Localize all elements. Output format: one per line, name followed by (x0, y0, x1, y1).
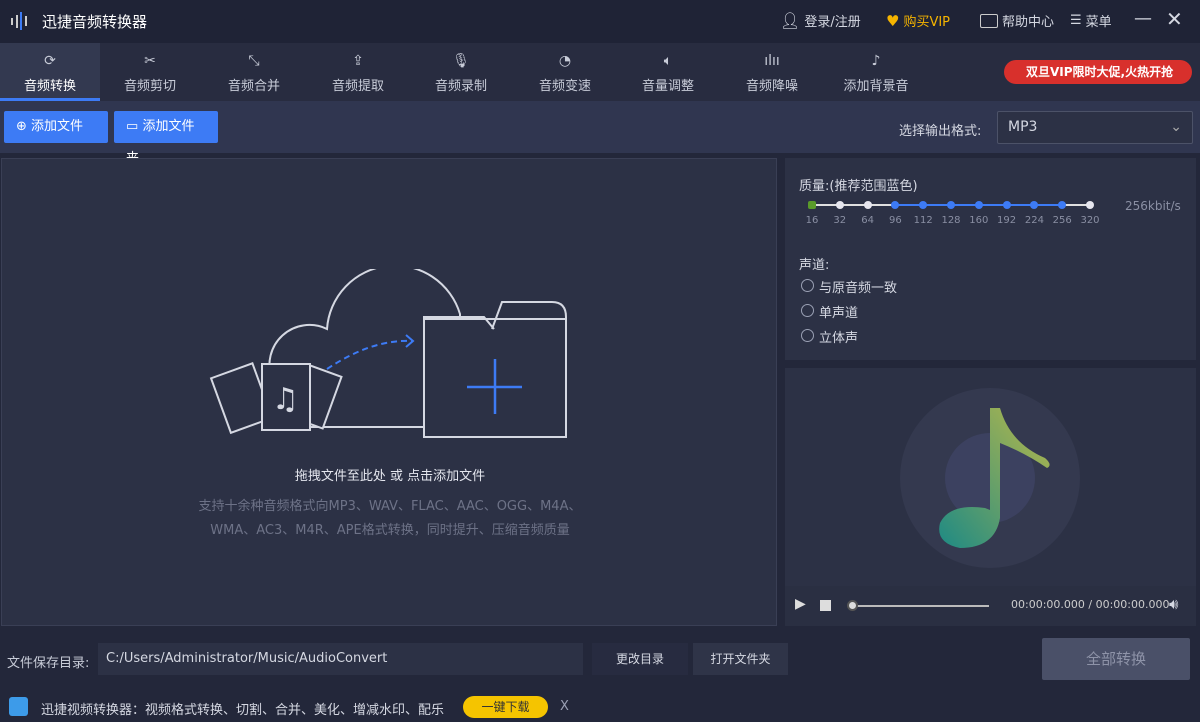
seek-bar[interactable] (849, 605, 989, 607)
tab-audio-convert[interactable]: ⟳ 音频转换 (0, 43, 100, 101)
scissors-icon: ✂ (144, 53, 156, 69)
radio-channel-stereo[interactable] (801, 329, 814, 342)
slider-tick-label: 256 (1052, 215, 1072, 226)
format-label: 选择输出格式: (899, 124, 982, 139)
hamburger-icon: ☰ (1070, 13, 1082, 28)
stop-button[interactable] (820, 600, 831, 611)
tab-audio-record[interactable]: 🎙︎ 音频录制 (411, 43, 511, 101)
slider-tick-label: 32 (833, 215, 847, 226)
player-controls: ▶ 00:00:00.000 / 00:00:00.000 🔊︎ (785, 586, 1196, 626)
time-display: 00:00:00.000 / 00:00:00.000 (1011, 598, 1170, 611)
slider-stop[interactable] (835, 201, 844, 209)
slider-tick-label: 16 (805, 215, 819, 226)
drop-desc-1: 支持十余种音频格式向MP3、WAV、FLAC、AAC、OGG、M4A、 (198, 499, 582, 514)
slider-stop[interactable] (808, 201, 816, 209)
vip-icon: ♥ (886, 11, 900, 30)
slider-stop[interactable] (1086, 201, 1094, 209)
add-folder-button[interactable]: ▭ 添加文件夹 (114, 111, 218, 166)
video-converter-logo-icon (9, 697, 28, 716)
extract-icon: ⇪ (352, 53, 364, 69)
ad-close-button[interactable]: X (560, 699, 569, 714)
slider-stop[interactable] (919, 201, 928, 209)
tab-audio-merge[interactable]: ⤡ 音频合并 (204, 43, 304, 101)
plus-circle-icon: ⊕ (16, 119, 27, 134)
radio-channel-mono[interactable] (801, 304, 814, 317)
radio-label: 立体声 (819, 331, 859, 346)
slider-stop[interactable] (1058, 201, 1067, 209)
close-button[interactable]: ✕ (1166, 7, 1183, 31)
tab-noise-reduction[interactable]: ılıı 音频降噪 (722, 43, 822, 101)
volume-button[interactable]: 🔊︎ (1169, 595, 1178, 613)
ad-text: 迅捷视频转换器：视频格式转换、切割、合并、美化、增减水印、配乐 (41, 703, 445, 718)
volume-icon: 🔈︎ (663, 53, 673, 69)
menu-button[interactable]: ☰ 菜单 (1070, 11, 1112, 30)
music-note-icon: ♪ (871, 53, 881, 69)
quality-value: 256kbit/s (1125, 199, 1181, 213)
play-button[interactable]: ▶ (795, 596, 806, 612)
slider-stop[interactable] (891, 201, 900, 209)
slider-stop[interactable] (863, 201, 872, 209)
download-button[interactable]: 一键下载 (463, 696, 548, 718)
slider-tick-label: 160 (969, 215, 989, 226)
help-center-button[interactable]: 帮助中心 (980, 11, 1054, 30)
open-folder-button[interactable]: 打开文件夹 (693, 643, 788, 675)
tab-audio-cut[interactable]: ✂ 音频剪切 (100, 43, 200, 101)
quality-label: 质量:(推荐范围蓝色) (799, 179, 918, 194)
slider-stop[interactable] (947, 201, 955, 209)
tab-add-bgm[interactable]: ♪ 添加背景音 (826, 43, 926, 101)
refresh-icon: ⟳ (44, 53, 56, 69)
merge-icon: ⤡ (248, 53, 260, 69)
save-path-input[interactable]: C:/Users/Administrator/Music/AudioConver… (98, 643, 583, 675)
chevron-down-icon: ⌄ (1170, 119, 1182, 135)
minimize-button[interactable]: — (1134, 8, 1152, 29)
tab-audio-extract[interactable]: ⇪ 音频提取 (308, 43, 408, 101)
title-bar: 迅捷音频转换器 👤︎ 登录/注册 ♥ 购买VIP 帮助中心 ☰ 菜单 — ✕ (0, 0, 1200, 43)
app-title: 迅捷音频转换器 (42, 13, 148, 31)
drop-title: 拖拽文件至此处 或 点击添加文件 (294, 469, 486, 484)
slider-tick-label: 64 (861, 215, 874, 226)
music-note-icon (939, 408, 1050, 548)
seek-handle[interactable] (847, 600, 858, 611)
change-dir-button[interactable]: 更改目录 (592, 643, 688, 675)
slider-stop[interactable] (1030, 201, 1039, 209)
svg-text:♫: ♫ (272, 382, 299, 417)
radio-label: 与原音频一致 (819, 281, 898, 296)
toolbar: ⊕ 添加文件 ▭ 添加文件夹 选择输出格式: MP3 ⌄ (0, 101, 1200, 166)
login-button[interactable]: 👤︎ 登录/注册 (780, 11, 861, 30)
slider-stop[interactable] (1002, 201, 1011, 209)
channel-label: 声道: (799, 258, 830, 273)
tab-audio-speed[interactable]: ◔ 音频变速 (515, 43, 615, 101)
user-icon: 👤︎ (780, 11, 801, 30)
speed-icon: ◔ (558, 53, 572, 69)
chat-icon (980, 13, 998, 28)
slider-tick-label: 128 (941, 215, 961, 226)
radio-channel-original[interactable] (801, 279, 814, 292)
waveform-icon: ılıı (764, 53, 780, 69)
folder-icon: ▭ (126, 119, 139, 134)
settings-panel: 质量:(推荐范围蓝色) 16 32 64 96 112 128 160 192 224 256 32… (785, 158, 1196, 360)
buy-vip-button[interactable]: ♥ 购买VIP (886, 11, 950, 31)
slider-tick-label: 96 (889, 215, 902, 226)
slider-tick-label: 192 (997, 215, 1017, 226)
slider-tick-label: 224 (1024, 215, 1044, 226)
add-file-button[interactable]: ⊕ 添加文件 (4, 111, 108, 143)
radio-label: 单声道 (819, 306, 859, 321)
slider-tick-label: 112 (913, 215, 933, 226)
slider-stop[interactable] (974, 201, 983, 209)
format-select[interactable]: MP3 ⌄ (997, 111, 1193, 144)
promo-banner[interactable]: 双旦VIP限时大促,火热开抢 (1004, 60, 1192, 84)
convert-all-button[interactable]: 全部转换 (1042, 638, 1190, 680)
microphone-icon: 🎙︎ (452, 53, 470, 69)
save-dir-label: 文件保存目录: (7, 656, 90, 671)
player-panel: ▶ 00:00:00.000 / 00:00:00.000 🔊︎ (785, 368, 1196, 626)
tab-volume-adjust[interactable]: 🔈︎ 音量调整 (618, 43, 718, 101)
slider-tick-label: 320 (1080, 215, 1100, 226)
drop-desc-2: WMA、AC3、M4R、APE格式转换，同时提升、压缩音频质量 (210, 523, 570, 538)
feature-tabs: ⟳ 音频转换 ✂ 音频剪切 ⤡ 音频合并 ⇪ 音频提取 🎙︎ 音频录制 ◔ 音频变速 🔈︎ 音… (0, 43, 1200, 101)
drop-illustration-icon: ♫ (209, 269, 567, 438)
drop-zone[interactable]: ♫ 拖拽文件至此处 或 点击添加文件 支持十余种音频格式向MP3、WAV、FLA… (1, 158, 777, 626)
app-logo-icon (10, 12, 32, 30)
